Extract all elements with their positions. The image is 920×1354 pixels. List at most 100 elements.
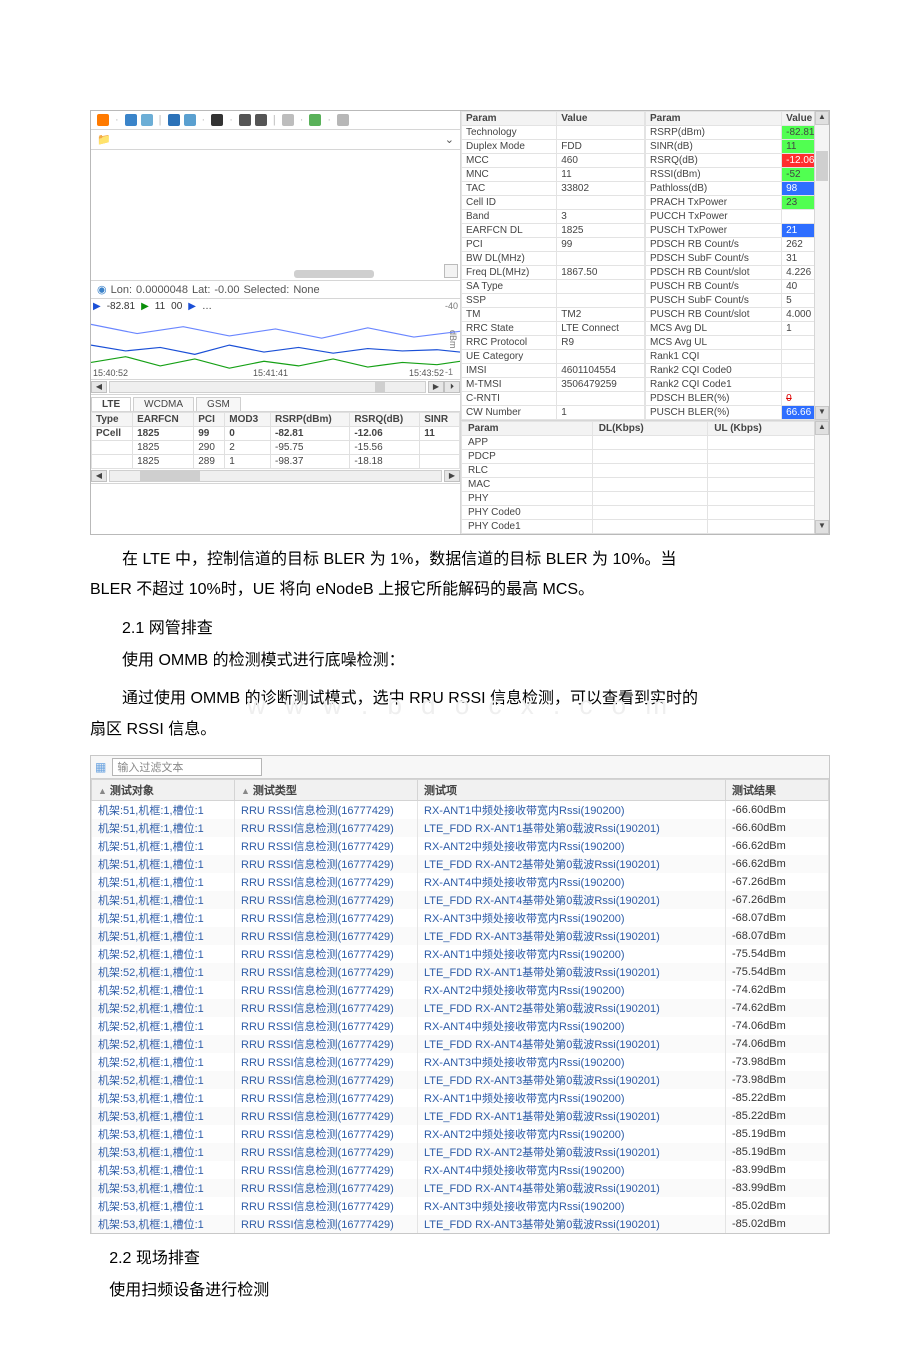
table-row: PCI99 [462, 238, 645, 252]
table-row[interactable]: PCell1825990-82.81-12.0611 [92, 427, 460, 441]
table-row[interactable]: 机架:53,机框:1,槽位:1RRU RSSI信息检测(16777429)RX-… [92, 1125, 829, 1143]
cell: RRU RSSI信息检测(16777429) [235, 855, 418, 873]
col-header[interactable]: Value [557, 112, 645, 126]
cell: 机架:53,机框:1,槽位:1 [92, 1125, 235, 1143]
cell: LTE_FDD RX-ANT4基带处第0载波Rssi(190201) [418, 891, 726, 909]
col-header[interactable]: Param [646, 112, 782, 126]
play-icon[interactable] [168, 114, 180, 126]
table-row[interactable]: 机架:53,机框:1,槽位:1RRU RSSI信息检测(16777429)RX-… [92, 1161, 829, 1179]
record-icon[interactable] [97, 114, 109, 126]
scroll-end-icon[interactable]: ⏵ [444, 381, 460, 393]
table-row[interactable]: 机架:52,机框:1,槽位:1RRU RSSI信息检测(16777429)RX-… [92, 981, 829, 999]
scroll-right-icon[interactable]: ▶ [428, 381, 444, 393]
table-row[interactable]: 机架:51,机框:1,槽位:1RRU RSSI信息检测(16777429)RX-… [92, 909, 829, 927]
zoom-out-icon[interactable] [255, 114, 267, 126]
col-header[interactable]: 测试项 [418, 779, 726, 800]
table-row[interactable]: 机架:52,机框:1,槽位:1RRU RSSI信息检测(16777429)RX-… [92, 1053, 829, 1071]
scroll-left-icon[interactable]: ◀ [91, 470, 107, 482]
filter-input[interactable]: 输入过滤文本 [112, 758, 262, 776]
tool-icon[interactable] [125, 114, 137, 126]
col-header[interactable]: RSRP(dBm) [271, 413, 350, 427]
scroll-down-icon[interactable]: ▼ [815, 406, 829, 420]
vscrollbar[interactable]: ▲ ▼ [814, 421, 829, 534]
tab-lte[interactable]: LTE [91, 397, 131, 411]
param-name: C-RNTI [462, 392, 557, 406]
col-header[interactable]: Param [462, 112, 557, 126]
table-row[interactable]: 机架:51,机框:1,槽位:1RRU RSSI信息检测(16777429)RX-… [92, 873, 829, 891]
col-header[interactable]: MOD3 [225, 413, 271, 427]
table-row[interactable]: 机架:51,机框:1,槽位:1RRU RSSI信息检测(16777429)RX-… [92, 800, 829, 819]
scroll-track[interactable] [109, 381, 426, 393]
table-row[interactable]: 机架:52,机框:1,槽位:1RRU RSSI信息检测(16777429)LTE… [92, 963, 829, 981]
col-header[interactable]: Param [462, 422, 593, 436]
table-row: Duplex ModeFDD [462, 140, 645, 154]
table-row[interactable]: 机架:52,机框:1,槽位:1RRU RSSI信息检测(16777429)LTE… [92, 1035, 829, 1053]
table-row[interactable]: 机架:51,机框:1,槽位:1RRU RSSI信息检测(16777429)LTE… [92, 927, 829, 945]
cell: 11 [420, 427, 460, 441]
scroll-down-icon[interactable]: ▼ [815, 520, 829, 534]
table-row[interactable]: 机架:53,机框:1,槽位:1RRU RSSI信息检测(16777429)LTE… [92, 1215, 829, 1233]
table-row[interactable]: 18252891-98.37-18.18 [92, 455, 460, 469]
table-row[interactable]: 机架:53,机框:1,槽位:1RRU RSSI信息检测(16777429)RX-… [92, 1089, 829, 1107]
hscrollbar[interactable]: ◀ ▶ ⏵ [91, 380, 460, 395]
table-row[interactable]: 机架:52,机框:1,槽位:1RRU RSSI信息检测(16777429)RX-… [92, 945, 829, 963]
table-row[interactable]: 机架:53,机框:1,槽位:1RRU RSSI信息检测(16777429)LTE… [92, 1179, 829, 1197]
col-header[interactable]: EARFCN [133, 413, 194, 427]
globe-icon[interactable] [282, 114, 294, 126]
tab-gsm[interactable]: GSM [196, 397, 241, 411]
scroll-right-icon[interactable]: ▶ [444, 470, 460, 482]
zoom-in-icon[interactable] [239, 114, 251, 126]
refresh-icon[interactable] [309, 114, 321, 126]
scroll-thumb[interactable] [375, 382, 385, 392]
layer-icon[interactable] [184, 114, 196, 126]
table-row: SSP [462, 294, 645, 308]
scroll-track[interactable] [109, 470, 442, 482]
grid-icon[interactable] [211, 114, 223, 126]
table-row[interactable]: 机架:51,机框:1,槽位:1RRU RSSI信息检测(16777429)LTE… [92, 855, 829, 873]
col-header[interactable]: DL(Kbps) [592, 422, 708, 436]
scroll-up-icon[interactable]: ▲ [815, 421, 829, 435]
cell: -73.98dBm [726, 1053, 829, 1071]
col-header[interactable]: UL (Kbps) [708, 422, 829, 436]
col-header[interactable]: RSRQ(dB) [350, 413, 420, 427]
cell: -74.06dBm [726, 1017, 829, 1035]
cell: 机架:51,机框:1,槽位:1 [92, 909, 235, 927]
col-header[interactable]: PCI [194, 413, 225, 427]
cell: 0 [225, 427, 271, 441]
table-row[interactable]: 机架:53,机框:1,槽位:1RRU RSSI信息检测(16777429)LTE… [92, 1143, 829, 1161]
vscrollbar[interactable]: ▲ ▼ [814, 111, 829, 420]
table-row[interactable]: 机架:52,机框:1,槽位:1RRU RSSI信息检测(16777429)LTE… [92, 999, 829, 1017]
tool-icon[interactable] [141, 114, 153, 126]
table-row[interactable]: 机架:52,机框:1,槽位:1RRU RSSI信息检测(16777429)LTE… [92, 1071, 829, 1089]
heading-2-1: 2.1 网管排查 [90, 614, 830, 638]
scroll-left-icon[interactable]: ◀ [91, 381, 107, 393]
col-header[interactable]: SINR [420, 413, 460, 427]
chevron-down-icon[interactable]: ⌄ [445, 133, 454, 146]
table-row[interactable]: 机架:51,机框:1,槽位:1RRU RSSI信息检测(16777429)LTE… [92, 819, 829, 837]
table-row[interactable]: 18252902-95.75-15.56 [92, 441, 460, 455]
more-icon[interactable] [337, 114, 349, 126]
col-header[interactable]: 测试结果 [726, 779, 829, 800]
tab-wcdma[interactable]: WCDMA [133, 397, 194, 411]
map-area[interactable] [91, 150, 460, 281]
throughput-pane: ParamDL(Kbps)UL (Kbps)APPPDCPRLCMACPHYPH… [461, 421, 829, 534]
table-row: C-RNTI [462, 392, 645, 406]
table-row[interactable]: 机架:53,机框:1,槽位:1RRU RSSI信息检测(16777429)LTE… [92, 1107, 829, 1125]
col-header[interactable]: ▲测试类型 [235, 779, 418, 800]
col-header[interactable]: Type [92, 413, 133, 427]
param-name: PUSCH BLER(%) [646, 406, 782, 420]
cell: 机架:52,机框:1,槽位:1 [92, 999, 235, 1017]
scroll-up-icon[interactable]: ▲ [815, 111, 829, 125]
table-row[interactable]: 机架:51,机框:1,槽位:1RRU RSSI信息检测(16777429)RX-… [92, 837, 829, 855]
table-row[interactable]: 机架:51,机框:1,槽位:1RRU RSSI信息检测(16777429)LTE… [92, 891, 829, 909]
table-row[interactable]: 机架:53,机框:1,槽位:1RRU RSSI信息检测(16777429)RX-… [92, 1197, 829, 1215]
scroll-thumb[interactable] [816, 151, 828, 181]
scroll-thumb[interactable] [140, 471, 200, 481]
address-bar[interactable]: 📁 ⌄ [91, 130, 460, 150]
cell: -68.07dBm [726, 909, 829, 927]
map-scrollbar[interactable] [294, 270, 374, 278]
map-resize-icon[interactable] [444, 264, 458, 278]
hscrollbar[interactable]: ◀ ▶ [91, 469, 460, 484]
table-row[interactable]: 机架:52,机框:1,槽位:1RRU RSSI信息检测(16777429)RX-… [92, 1017, 829, 1035]
col-header[interactable]: ▲测试对象 [92, 779, 235, 800]
